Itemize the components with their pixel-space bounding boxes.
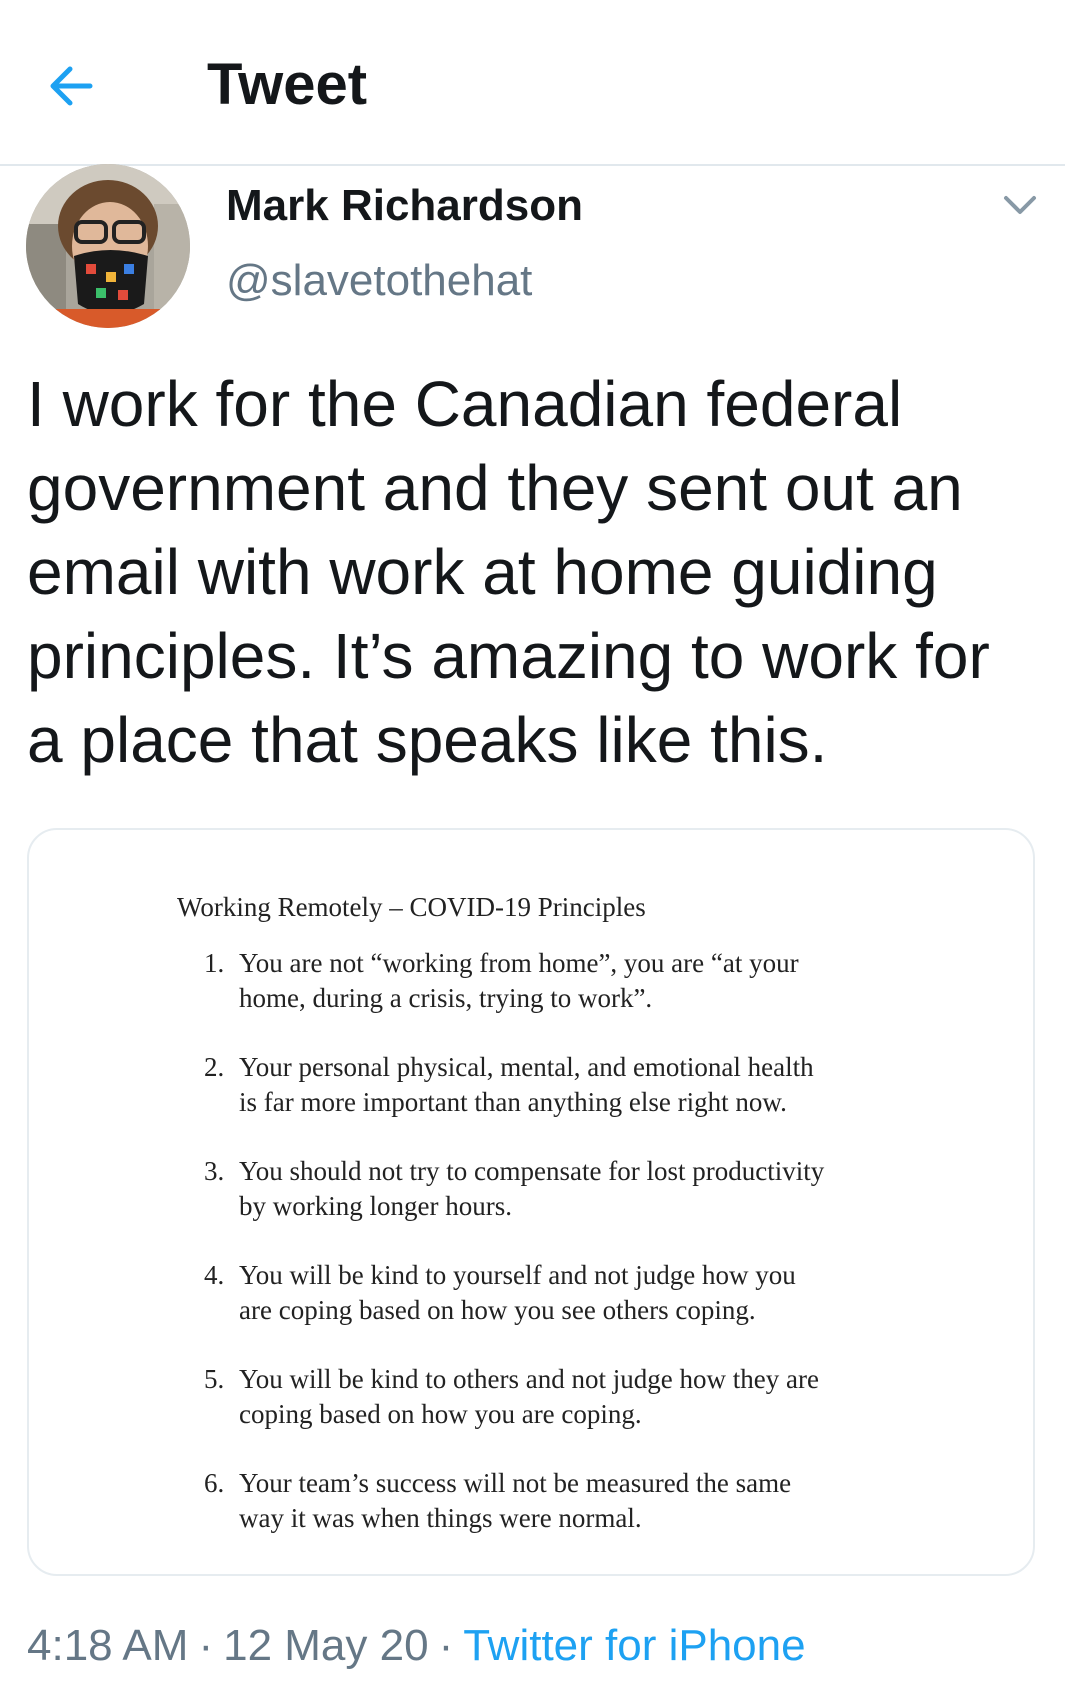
- tweet-source-link[interactable]: Twitter for iPhone: [463, 1621, 805, 1670]
- principle-number: 5.: [204, 1364, 225, 1394]
- display-name[interactable]: Mark Richardson: [226, 180, 583, 232]
- principle-line: You should not try to compensate for los…: [239, 1156, 825, 1186]
- principle-line: Your personal physical, mental, and emot…: [239, 1052, 814, 1082]
- tweet-text: I work for the Canadian federal governme…: [27, 368, 990, 776]
- separator-dot: ·: [198, 1621, 214, 1670]
- principles-list: 1. You are not “working from home”, you …: [177, 946, 937, 1536]
- user-handle[interactable]: @slavetothehat: [226, 255, 532, 307]
- top-bar: Tweet: [0, 0, 1065, 166]
- tweet-metadata: 4:18 AM · 12 May 20 · Twitter for iPhone: [27, 1618, 806, 1674]
- principle-line: home, during a crisis, trying to work”.: [239, 983, 653, 1013]
- principle-line: way it was when things were normal.: [239, 1503, 642, 1533]
- avatar[interactable]: [26, 164, 190, 328]
- principle-line: You will be kind to others and not judge…: [239, 1364, 819, 1394]
- principle-number: 3.: [204, 1156, 225, 1186]
- principle-item: 1. You are not “working from home”, you …: [177, 946, 937, 1016]
- principle-item: 3. You should not try to compensate for …: [177, 1154, 937, 1224]
- principle-number: 1.: [204, 948, 225, 978]
- more-options-button[interactable]: [1000, 190, 1040, 220]
- tweet-date[interactable]: 12 May 20: [223, 1621, 428, 1670]
- principle-number: 2.: [204, 1052, 225, 1082]
- principle-line: by working longer hours.: [239, 1191, 512, 1221]
- principle-line: Your team’s success will not be measured…: [239, 1468, 792, 1498]
- chevron-down-icon: [1004, 196, 1036, 214]
- principle-number: 6.: [204, 1468, 225, 1498]
- page-title: Tweet: [207, 52, 368, 117]
- principle-line: You are not “working from home”, you are…: [239, 948, 799, 978]
- principle-number: 4.: [204, 1260, 225, 1290]
- principle-line: You will be kind to yourself and not jud…: [239, 1260, 796, 1290]
- arrow-left-icon: [50, 66, 93, 106]
- principle-item: 4. You will be kind to yourself and not …: [177, 1258, 937, 1328]
- principle-item: 5. You will be kind to others and not ju…: [177, 1362, 937, 1432]
- separator-dot: ·: [438, 1621, 454, 1670]
- principle-item: 6. Your team’s success will not be measu…: [177, 1466, 937, 1536]
- tweet-time[interactable]: 4:18 AM: [27, 1621, 188, 1670]
- document-content: Working Remotely – COVID-19 Principles 1…: [177, 890, 937, 1570]
- document-title: Working Remotely – COVID-19 Principles: [177, 892, 646, 922]
- back-button[interactable]: [44, 56, 104, 116]
- tweet-media-image[interactable]: Working Remotely – COVID-19 Principles 1…: [27, 828, 1035, 1576]
- principle-line: coping based on how you are coping.: [239, 1399, 642, 1429]
- principle-line: is far more important than anything else…: [239, 1087, 787, 1117]
- principle-line: are coping based on how you see others c…: [239, 1295, 756, 1325]
- principle-item: 2. Your personal physical, mental, and e…: [177, 1050, 937, 1120]
